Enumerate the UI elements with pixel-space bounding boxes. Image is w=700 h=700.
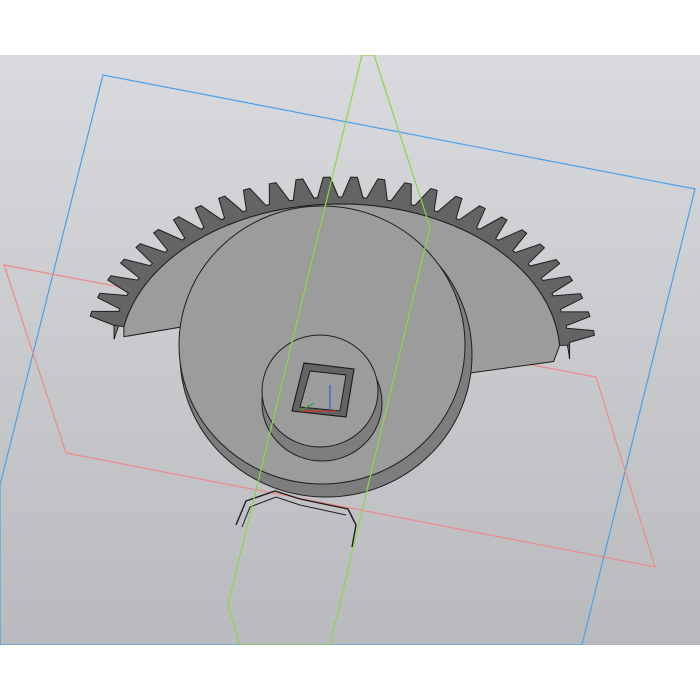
cad-3d-viewport[interactable] bbox=[0, 55, 700, 645]
scene-canvas[interactable] bbox=[0, 55, 700, 645]
